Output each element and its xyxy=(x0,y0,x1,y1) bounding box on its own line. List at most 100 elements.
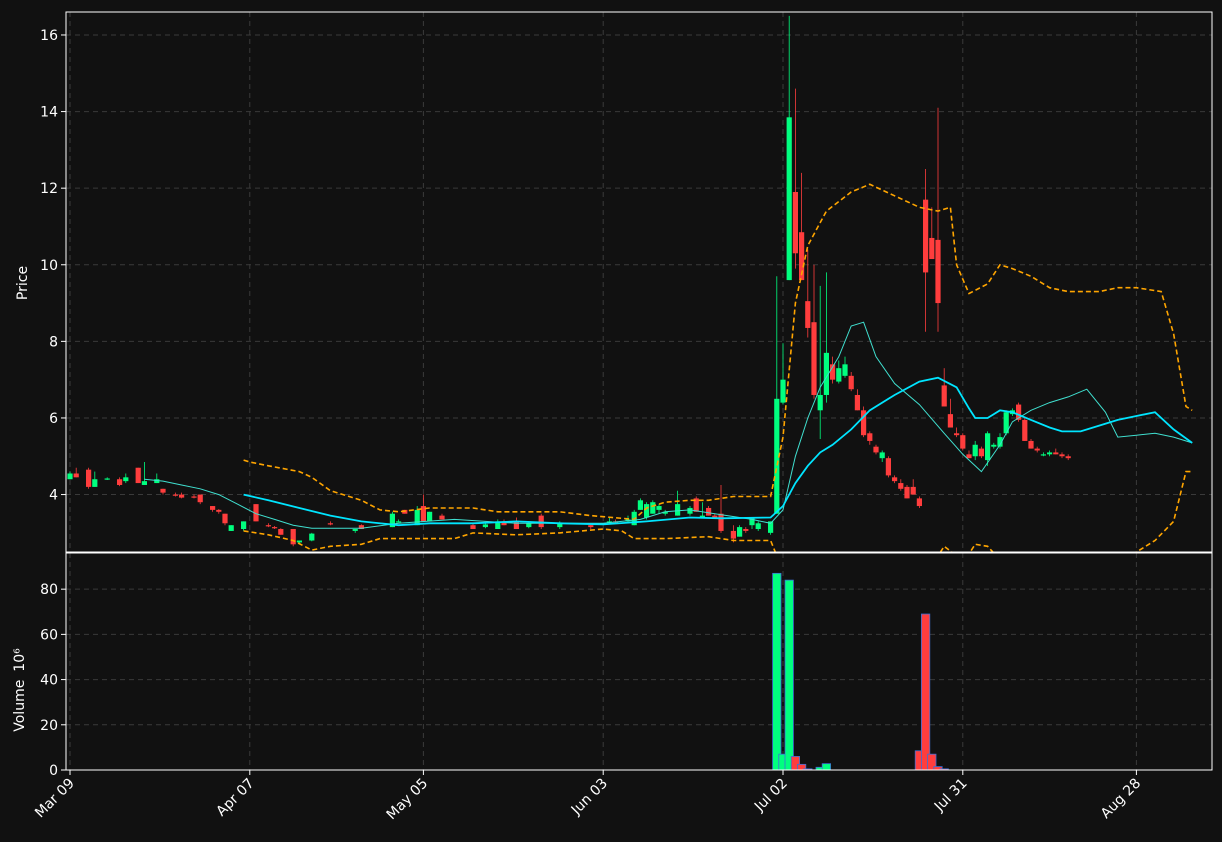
candle-body xyxy=(972,444,978,457)
candle-body xyxy=(923,199,929,273)
candle-body xyxy=(941,385,947,407)
candle-body xyxy=(135,467,141,484)
candle-body xyxy=(836,368,842,382)
candle-body xyxy=(935,239,941,304)
candle-body xyxy=(978,448,984,457)
candle-body xyxy=(904,486,910,499)
candle-body xyxy=(216,509,222,512)
candle-body xyxy=(588,525,594,528)
candle-body xyxy=(960,435,966,449)
candle-body xyxy=(966,454,972,459)
candle-body xyxy=(222,513,228,524)
volume-axis-label: Volume 10⁶ xyxy=(12,648,28,732)
candle-body xyxy=(396,521,402,523)
volume-axis-exponent: 10⁶ xyxy=(12,648,28,672)
price-tick-label: 12 xyxy=(40,181,58,197)
candle-body xyxy=(644,504,650,518)
x-tick-label: Apr 07 xyxy=(213,776,257,820)
candle-body xyxy=(1053,452,1059,455)
candle-body xyxy=(86,469,92,487)
candle-body xyxy=(439,515,445,520)
candle-body xyxy=(538,515,544,528)
volume-bar xyxy=(772,572,782,770)
candle-body xyxy=(848,375,854,390)
price-panel: 4 6 8 10 12 14 16 xyxy=(40,11,1213,553)
candle-body xyxy=(278,529,284,535)
x-tick-label: Jun 03 xyxy=(568,776,611,819)
candle-body xyxy=(898,483,904,489)
candle-body xyxy=(743,529,749,531)
candle-body xyxy=(197,494,203,503)
x-tick-label: Aug 28 xyxy=(1098,776,1144,822)
candle-body xyxy=(1022,419,1028,441)
volume-tick-label: 40 xyxy=(40,673,58,689)
candle-body xyxy=(730,530,736,539)
candle-body xyxy=(1047,452,1053,455)
candle-body xyxy=(327,523,333,525)
price-axis-label: Price xyxy=(15,266,31,300)
price-tick-label: 8 xyxy=(49,334,58,350)
candle-body xyxy=(786,117,792,281)
candle-body xyxy=(792,192,798,254)
candle-body xyxy=(470,525,476,530)
candle-body xyxy=(854,394,860,411)
candle-body xyxy=(954,433,960,436)
candle-body xyxy=(910,486,916,495)
candle-body xyxy=(117,479,123,485)
candle-body xyxy=(309,533,315,541)
volume-panel: 0 20 40 60 80 xyxy=(40,552,1213,779)
volume-tick-label: 20 xyxy=(40,718,58,734)
stock-chart: 4 6 8 10 12 14 16 0 20 40 60 80 Mar 09 Apr 07 May 05… xyxy=(12,11,1213,824)
candle-body xyxy=(706,507,712,516)
candle-body xyxy=(817,394,823,411)
candle-body xyxy=(780,379,786,403)
candle-body xyxy=(228,525,234,531)
volume-tick-label: 60 xyxy=(40,627,58,643)
candle-body xyxy=(867,433,873,441)
candle-body xyxy=(991,444,997,447)
candle-body xyxy=(718,513,724,531)
candle-body xyxy=(1059,454,1065,457)
candle-body xyxy=(675,504,681,516)
candle-body xyxy=(1040,454,1046,456)
candle-body xyxy=(191,496,197,498)
candle-body xyxy=(526,523,532,528)
candle-body xyxy=(1034,448,1040,451)
candle-body xyxy=(873,446,879,453)
candle-body xyxy=(687,507,693,514)
candle-body xyxy=(296,540,302,543)
candle-body xyxy=(513,521,519,530)
candle-body xyxy=(947,414,953,428)
candle-body xyxy=(172,494,178,496)
candle-body xyxy=(179,494,185,498)
candle-body xyxy=(1065,456,1071,459)
x-tick-label: Mar 09 xyxy=(32,776,78,822)
candle-body xyxy=(265,525,271,527)
candle-body xyxy=(414,509,420,526)
candle-body xyxy=(737,527,743,537)
volume-bar xyxy=(821,763,832,770)
candle-body xyxy=(755,523,761,530)
candle-body xyxy=(67,473,73,480)
candle-body xyxy=(104,478,110,480)
candle-body xyxy=(811,322,817,395)
x-tick-label: May 05 xyxy=(384,776,432,824)
candle-body xyxy=(929,237,935,260)
price-tick-label: 14 xyxy=(40,105,58,121)
candle-body xyxy=(842,364,848,376)
candle-body xyxy=(985,433,991,461)
price-plot-area xyxy=(67,15,1193,552)
price-tick-label: 16 xyxy=(40,28,58,44)
candle-body xyxy=(805,301,811,328)
candle-body xyxy=(916,498,922,507)
candle-body xyxy=(482,524,488,528)
upper-band-line xyxy=(243,183,1193,521)
candle-body xyxy=(123,477,129,482)
candle-body xyxy=(879,452,885,459)
candle-body xyxy=(892,477,898,482)
volume-plot-area xyxy=(772,572,949,770)
price-tick-label: 10 xyxy=(40,258,58,274)
x-tick-label: Jul 02 xyxy=(751,776,791,816)
candle-body xyxy=(272,527,278,529)
volume-axis-label-text: Volume xyxy=(12,680,28,732)
